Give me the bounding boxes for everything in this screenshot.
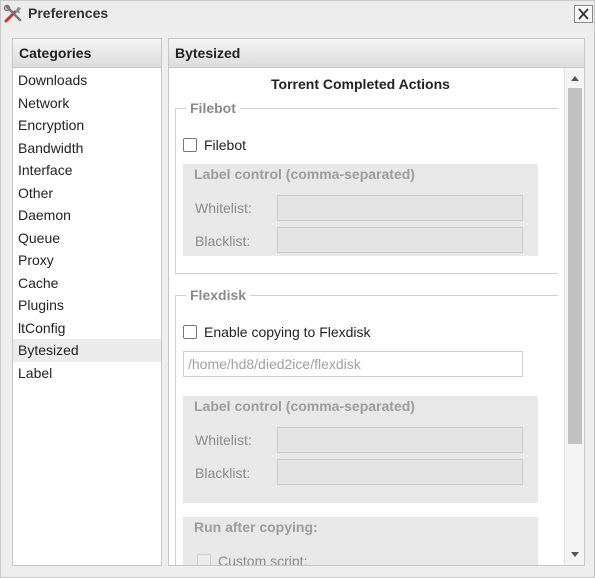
flexdisk-label-control-title: Label control (comma-separated) <box>194 398 415 414</box>
section-title: Torrent Completed Actions <box>271 76 450 92</box>
filebot-blacklist-input[interactable] <box>277 227 523 253</box>
categories-list: Downloads Network Encryption Bandwidth Inter… <box>13 68 161 384</box>
filebot-label-control-title: Label control (comma-separated) <box>194 166 415 182</box>
filebot-whitelist-input[interactable] <box>277 195 523 221</box>
category-item-encryption[interactable]: Encryption <box>13 114 161 137</box>
preferences-window: Preferences Categories Downloads Network E… <box>0 0 595 578</box>
flexdisk-checkbox-row[interactable]: Enable copying to Flexdisk <box>183 324 371 340</box>
category-item-queue[interactable]: Queue <box>13 227 161 250</box>
filebot-checkbox[interactable] <box>183 138 197 152</box>
category-item-cache[interactable]: Cache <box>13 272 161 295</box>
category-item-daemon[interactable]: Daemon <box>13 204 161 227</box>
flexdisk-checkbox[interactable] <box>183 325 197 339</box>
titlebar[interactable]: Preferences <box>1 1 594 28</box>
close-icon <box>578 8 589 20</box>
flexdisk-whitelist-label: Whitelist: <box>195 432 252 448</box>
categories-header: Categories <box>13 39 161 68</box>
bytesized-panel: Bytesized Torrent Completed Actions File… <box>168 38 585 566</box>
run-after-copying-box: Run after copying: Custom script: <box>183 517 538 565</box>
preferences-scroll-area[interactable]: Torrent Completed Actions Filebot Filebo… <box>169 68 564 565</box>
category-item-downloads[interactable]: Downloads <box>13 69 161 92</box>
flexdisk-blacklist-label: Blacklist: <box>195 465 251 481</box>
panel-title: Bytesized <box>169 39 584 68</box>
category-item-ltconfig[interactable]: ltConfig <box>13 317 161 340</box>
custom-script-label: Custom script: <box>218 553 308 565</box>
flexdisk-path-input[interactable]: /home/hd8/died2ice/flexdisk <box>183 351 523 377</box>
flexdisk-label-control: Label control (comma-separated) Whitelis… <box>183 396 538 503</box>
scroll-down-icon <box>571 552 579 557</box>
tools-icon <box>3 4 23 24</box>
category-item-network[interactable]: Network <box>13 92 161 115</box>
filebot-label-control: Label control (comma-separated) Whitelis… <box>183 164 538 256</box>
categories-panel: Categories Downloads Network Encryption Ban… <box>12 38 162 566</box>
flexdisk-checkbox-label: Enable copying to Flexdisk <box>204 324 371 340</box>
category-item-plugins[interactable]: Plugins <box>13 294 161 317</box>
close-button[interactable] <box>574 5 593 23</box>
custom-script-row[interactable]: Custom script: <box>197 553 307 565</box>
category-item-other[interactable]: Other <box>13 182 161 205</box>
filebot-legend: Filebot <box>190 100 236 116</box>
category-item-bandwidth[interactable]: Bandwidth <box>13 137 161 160</box>
custom-script-checkbox[interactable] <box>197 554 211 565</box>
window-title: Preferences <box>28 5 109 21</box>
filebot-blacklist-label: Blacklist: <box>195 233 251 249</box>
category-item-bytesized[interactable]: Bytesized <box>13 339 161 362</box>
category-item-label[interactable]: Label <box>13 362 161 385</box>
vertical-scrollbar[interactable] <box>564 68 584 565</box>
filebot-checkbox-row[interactable]: Filebot <box>183 137 246 153</box>
flexdisk-legend: Flexdisk <box>190 287 247 303</box>
scroll-up-icon <box>571 76 579 81</box>
category-item-proxy[interactable]: Proxy <box>13 249 161 272</box>
run-after-copying-title: Run after copying: <box>194 519 318 535</box>
filebot-whitelist-label: Whitelist: <box>195 200 252 216</box>
category-item-interface[interactable]: Interface <box>13 159 161 182</box>
filebot-checkbox-label: Filebot <box>204 137 247 153</box>
scrollbar-thumb[interactable] <box>568 88 582 444</box>
flexdisk-whitelist-input[interactable] <box>277 427 523 453</box>
flexdisk-blacklist-input[interactable] <box>277 459 523 485</box>
